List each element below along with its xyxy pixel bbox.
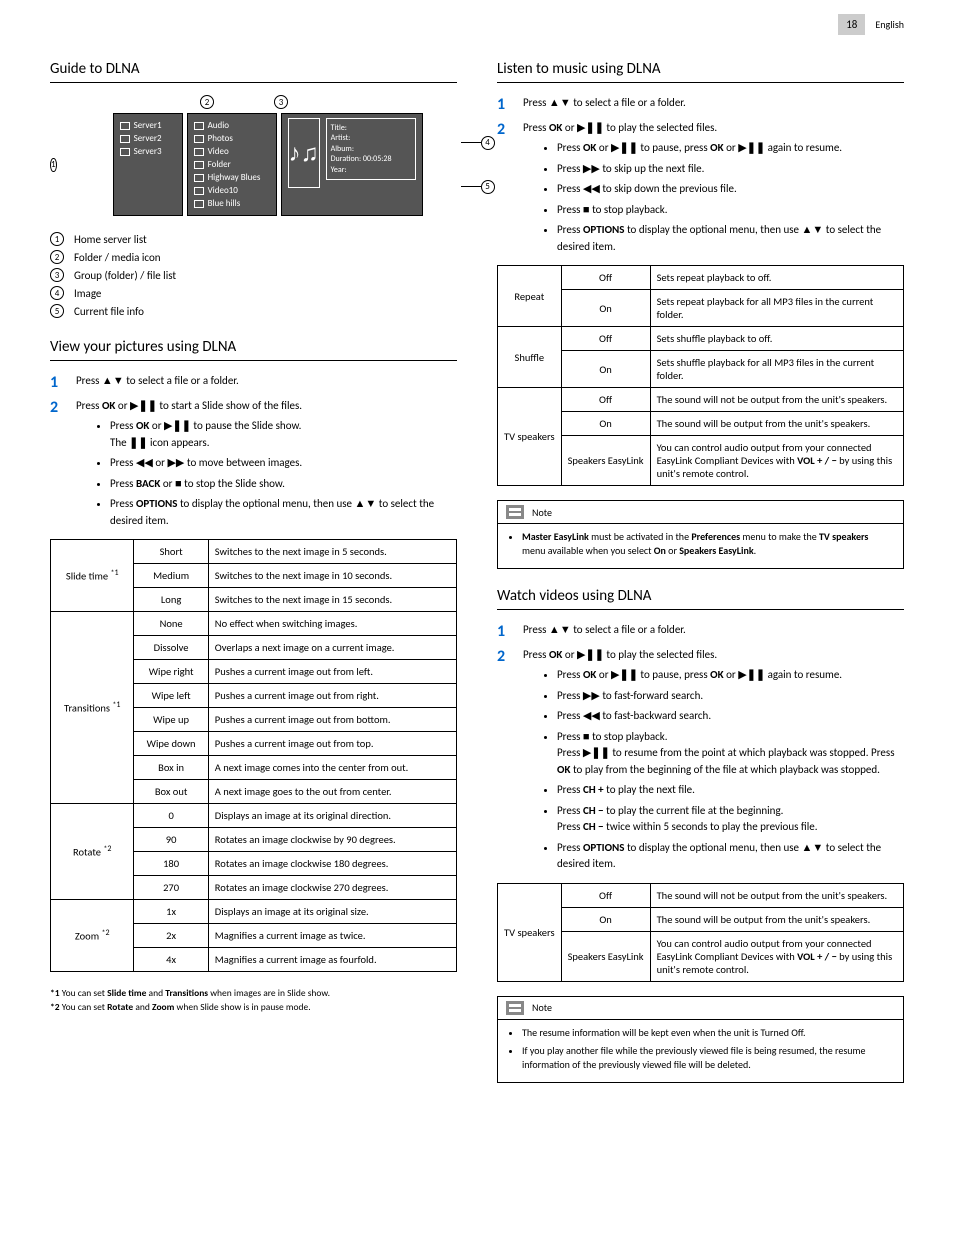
pictures-options-table: Slide time *1 ShortSwitches to the next … (50, 539, 457, 972)
diagram-legend: 1Home server list 2Folder / media icon 3… (50, 232, 457, 318)
footnotes: *1 You can set Slide time and Transition… (50, 986, 457, 1015)
music-options-table: Repeat OffSets repeat playback to off. O… (497, 265, 904, 486)
note-box-1: Note Master EasyLink must be activated i… (497, 500, 904, 569)
video-options-table: TV speakers OffThe sound will not be out… (497, 883, 904, 982)
dlna-diagram: 2 3 1 Server1 Server2 Server3 Audio Phot… (50, 95, 457, 216)
page-number: 18 (838, 14, 865, 35)
diagram-servers: Server1 Server2 Server3 (113, 113, 183, 216)
note-icon (506, 505, 524, 519)
heading-watch-video: Watch videos using DLNA (497, 587, 904, 610)
note-box-2: Note The resume information will be kept… (497, 996, 904, 1083)
view-pictures-steps: Press ▲▼ to select a file or a folder. P… (50, 373, 457, 529)
page-language: English (875, 18, 904, 31)
page-header: 18 English (838, 14, 904, 35)
heading-listen-music: Listen to music using DLNA (497, 60, 904, 83)
right-column: Listen to music using DLNA Press ▲▼ to s… (497, 60, 904, 1101)
callout-3: 3 (274, 95, 288, 109)
callout-5: 5 (481, 180, 495, 194)
heading-view-pictures: View your pictures using DLNA (50, 338, 457, 361)
callout-1: 1 (50, 158, 57, 172)
music-steps: Press ▲▼ to select a file or a folder. P… (497, 95, 904, 255)
note-icon (506, 1001, 524, 1015)
diagram-meta: Title: Artist: Album: Duration: 00:05:28… (326, 118, 416, 180)
heading-guide: Guide to DLNA (50, 60, 457, 83)
diagram-preview: ♪♫ Title: Artist: Album: Duration: 00:05… (281, 113, 423, 216)
callout-2: 2 (200, 95, 214, 109)
left-column: Guide to DLNA 2 3 1 Server1 Server2 Serv… (50, 60, 457, 1101)
video-steps: Press ▲▼ to select a file or a folder. P… (497, 622, 904, 873)
diagram-media: Audio Photos Video Folder Highway Blues … (187, 113, 277, 216)
callout-4: 4 (481, 136, 495, 150)
music-note-icon: ♪♫ (288, 118, 320, 188)
